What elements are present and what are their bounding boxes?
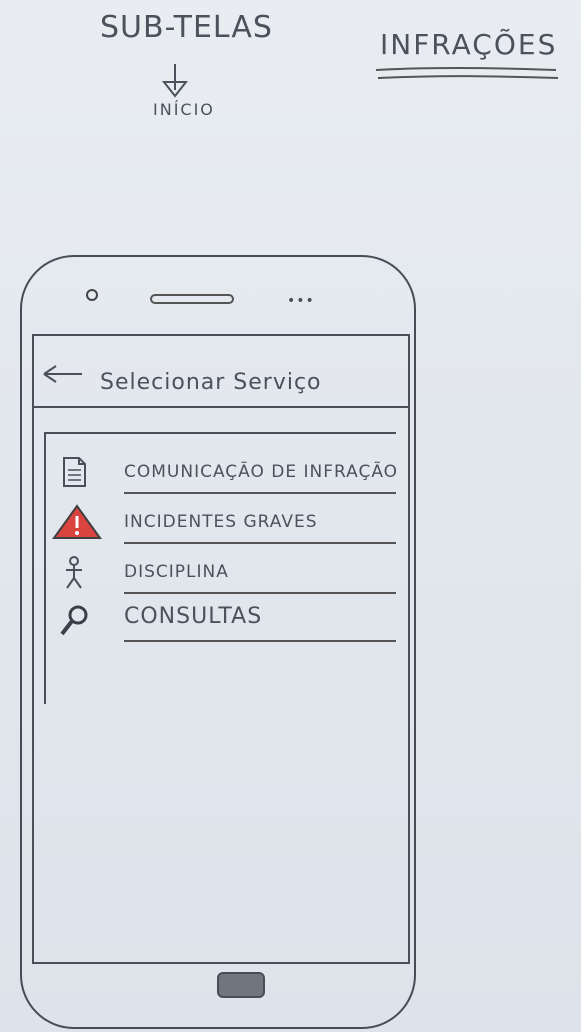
sensor-dots: •••	[287, 293, 315, 309]
title-underline	[375, 67, 559, 79]
item-divider	[124, 492, 396, 494]
back-arrow-icon[interactable]	[40, 364, 84, 384]
top-right-annotation-title: INFRAÇÕES	[380, 28, 558, 61]
page-title: Selecionar Serviço	[100, 370, 322, 395]
list-item-communication[interactable]: COMUNICAÇÃO DE INFRAÇÃO	[46, 448, 399, 494]
list-item-label: CONSULTAS	[124, 604, 263, 629]
phone-screen: Selecionar Serviço COMUNICAÇÃO DE INFRAÇ…	[32, 334, 410, 964]
top-left-annotation-title: SUB-TELAS	[100, 10, 273, 45]
warning-icon	[52, 504, 102, 539]
list-item-label: COMUNICAÇÃO DE INFRAÇÃO	[124, 462, 399, 482]
home-button[interactable]	[217, 972, 265, 998]
list-item-serious-incidents[interactable]: INCIDENTES GRAVES	[46, 498, 396, 544]
person-icon	[66, 556, 82, 589]
service-list: COMUNICAÇÃO DE INFRAÇÃO INCIDENTES GRAVE…	[44, 432, 399, 704]
document-icon	[63, 457, 86, 487]
app-bar: Selecionar Serviço	[34, 336, 408, 408]
item-divider	[124, 542, 396, 544]
list-item-queries[interactable]: CONSULTAS	[46, 596, 396, 642]
down-arrow-icon	[161, 64, 189, 98]
speaker-icon	[150, 294, 234, 304]
item-divider	[124, 592, 396, 594]
list-item-discipline[interactable]: DISCIPLINA	[46, 548, 396, 594]
search-icon	[60, 605, 88, 636]
start-annotation-label: INÍCIO	[153, 100, 215, 119]
list-item-label: INCIDENTES GRAVES	[124, 512, 318, 532]
camera-icon	[86, 289, 98, 301]
item-divider	[124, 640, 396, 642]
list-item-label: DISCIPLINA	[124, 562, 229, 582]
